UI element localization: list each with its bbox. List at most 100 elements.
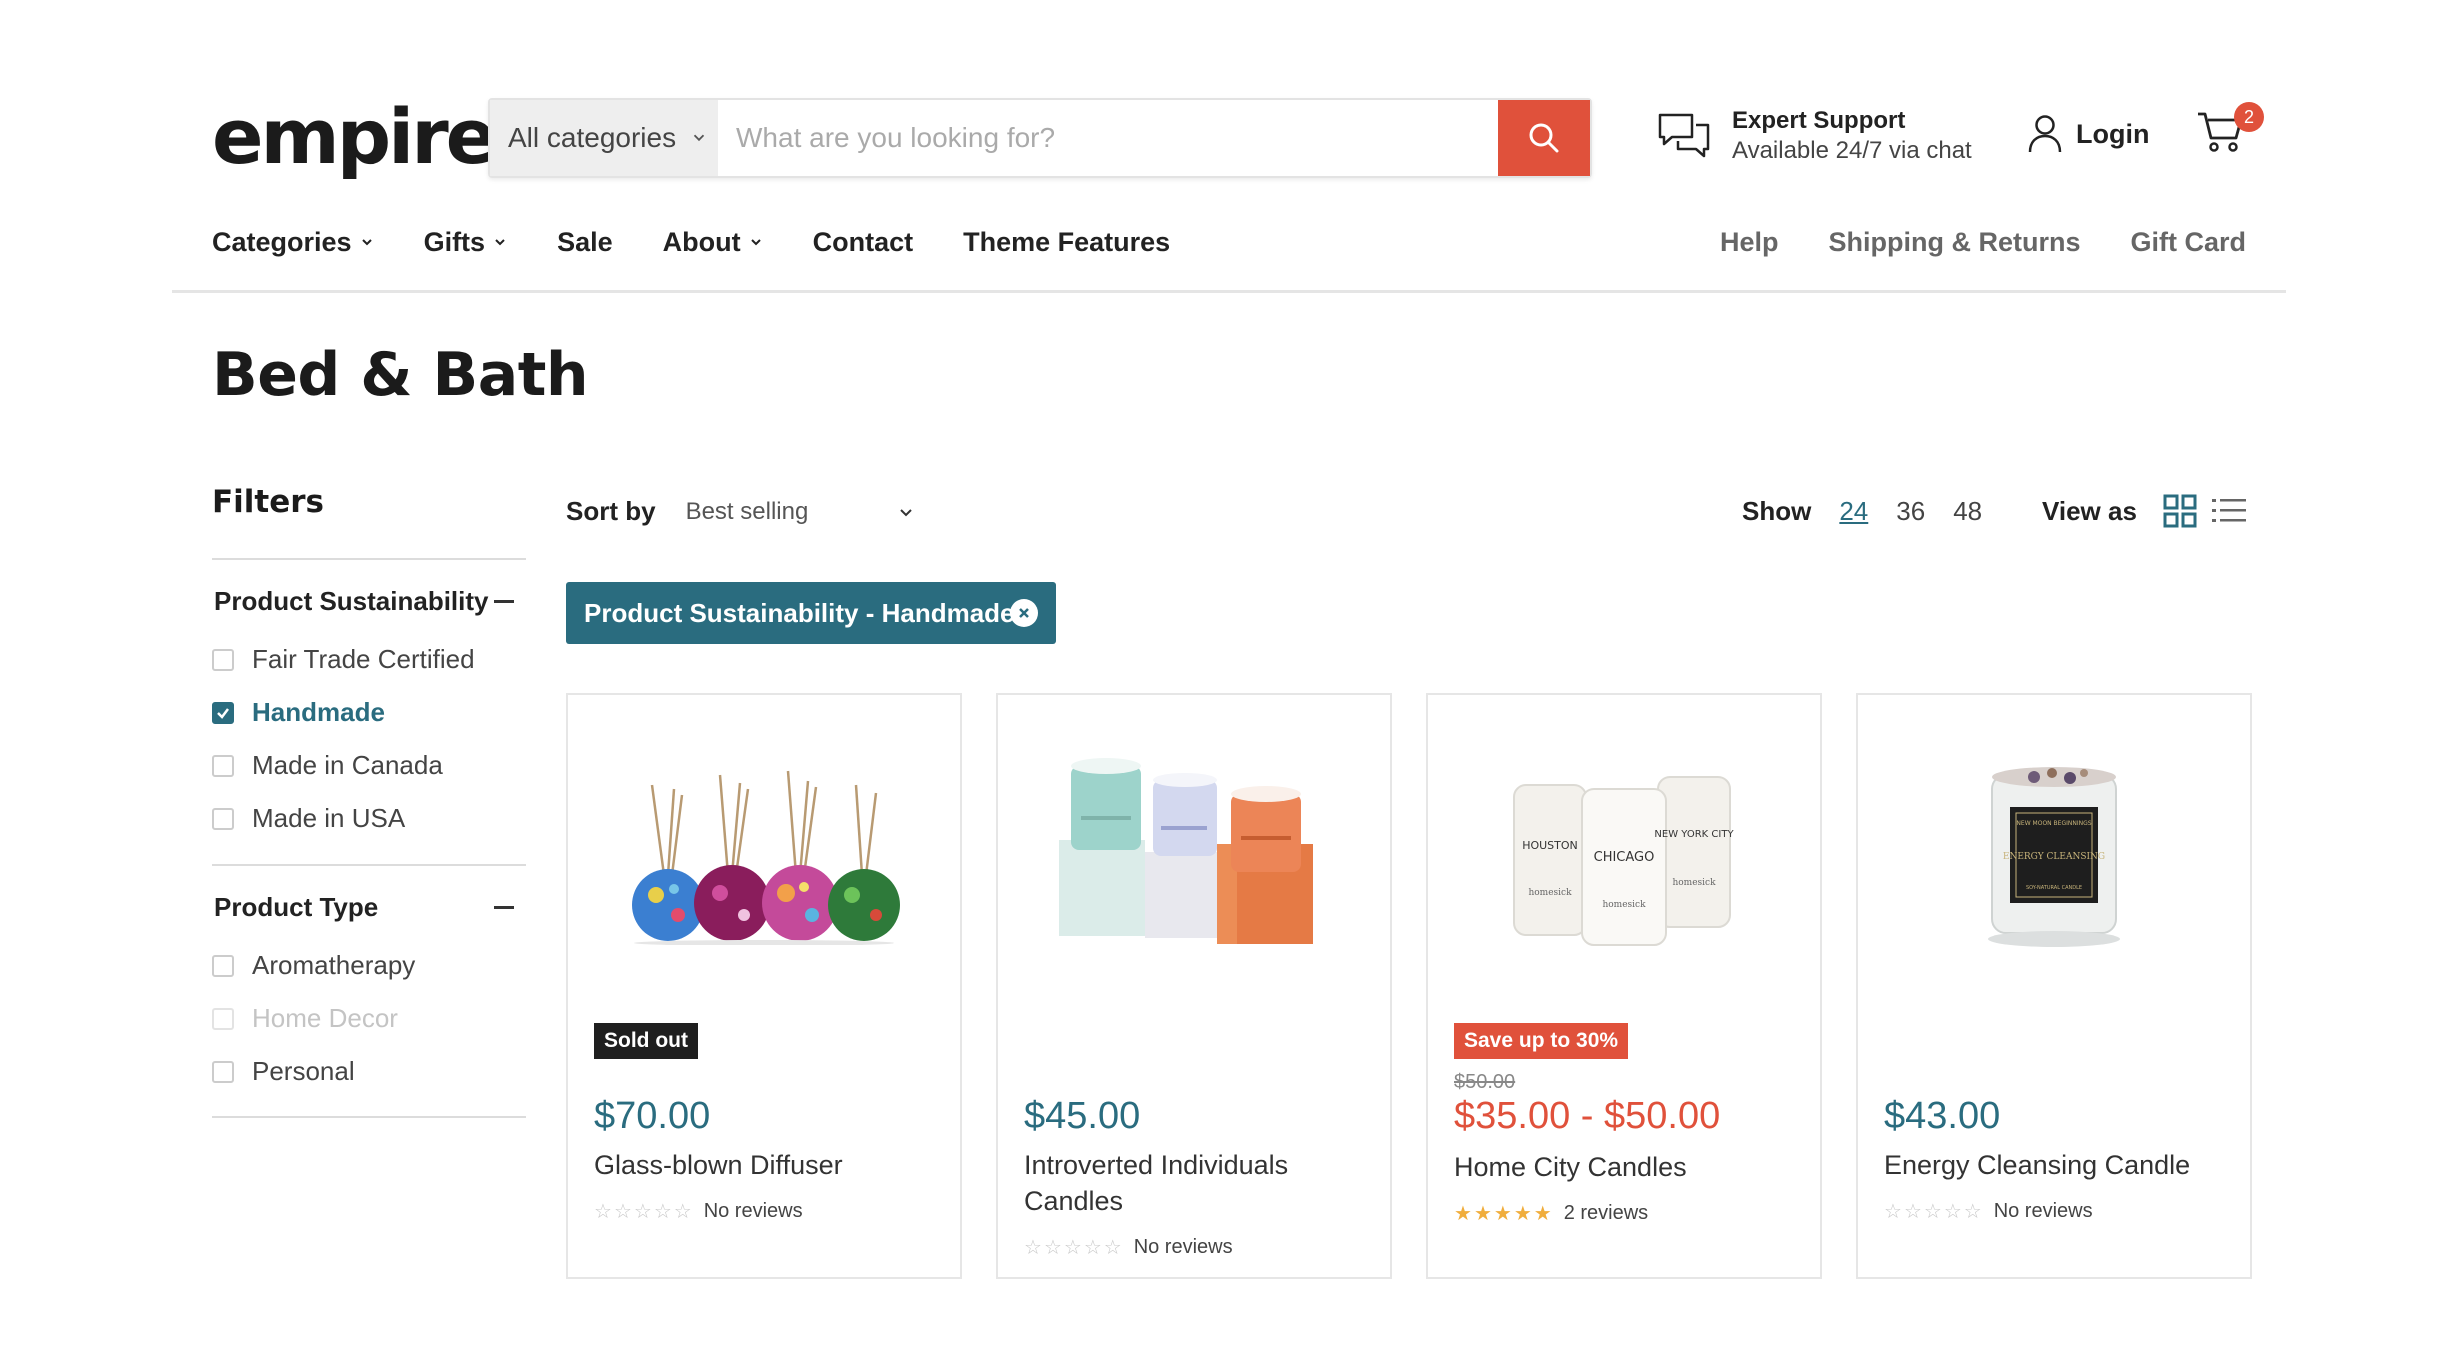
energy-candle-illustration: NEW MOON BEGINNINGS ENERGY CLEANSING SOY… <box>1988 767 2120 947</box>
filter-option-label: Handmade <box>252 697 385 727</box>
chevron-down-icon <box>495 239 505 246</box>
jar-label-bottom: SOY-NATURAL CANDLE <box>2026 885 2082 891</box>
product-card[interactable]: HOUSTON CHICAGO NEW YORK CITY homesick h… <box>1426 693 1822 1279</box>
filter-option-personal[interactable]: Personal <box>212 1056 355 1087</box>
collapse-icon <box>494 600 514 603</box>
product-title[interactable]: Glass-blown Diffuser <box>594 1147 934 1183</box>
nav-sale[interactable]: Sale <box>557 227 613 258</box>
filter-option-aromatherapy[interactable]: Aromatherapy <box>212 950 415 981</box>
rating-stars: ☆ ☆ ☆ ☆ ☆ <box>594 1199 694 1223</box>
search-category-label: All categories <box>508 122 677 153</box>
star-icon: ☆ <box>653 1199 672 1223</box>
checkbox-disabled <box>212 1007 234 1030</box>
product-card[interactable]: $45.00 Introverted Individuals Candles ☆… <box>996 693 1392 1279</box>
nav-label: Theme Features <box>963 226 1171 257</box>
jar-label-chicago: CHICAGO <box>1594 850 1655 865</box>
star-icon: ☆ <box>1884 1199 1902 1223</box>
diffuser-illustration <box>632 770 900 945</box>
store-logo[interactable]: empire <box>212 92 497 182</box>
filter-option-handmade[interactable]: Handmade <box>212 697 385 728</box>
product-card[interactable]: NEW MOON BEGINNINGS ENERGY CLEANSING SOY… <box>1856 693 2252 1279</box>
sold-out-badge: Sold out <box>594 1023 698 1059</box>
expert-support[interactable]: Expert Support Available 24/7 via chat <box>1658 106 1972 166</box>
product-title[interactable]: Introverted Individuals Candles <box>1024 1147 1364 1219</box>
active-filter-label: Product Sustainability - Handmade <box>584 597 1015 628</box>
show-36[interactable]: 36 <box>1896 496 1925 527</box>
user-icon <box>2028 115 2062 153</box>
checkbox-checked[interactable] <box>212 701 234 724</box>
show-24[interactable]: 24 <box>1839 496 1868 527</box>
jar-label-nyc: NEW YORK CITY <box>1654 829 1734 840</box>
view-label: View as <box>2042 495 2137 526</box>
star-icon: ★ <box>1454 1201 1472 1225</box>
nav-label: Sale <box>557 226 613 257</box>
product-card[interactable]: Sold out $70.00 Glass-blown Diffuser ☆ ☆ ☆… <box>566 693 962 1279</box>
checkbox[interactable] <box>212 807 234 830</box>
chevron-down-icon <box>750 239 761 246</box>
remove-filter-icon[interactable] <box>1010 599 1038 627</box>
jar-label-houston: HOUSTON <box>1522 839 1578 852</box>
nav-contact[interactable]: Contact <box>813 227 914 258</box>
nav-label: Categories <box>212 226 352 257</box>
star-icon: ☆ <box>1083 1235 1102 1259</box>
nav-label: Contact <box>812 226 914 257</box>
star-icon: ☆ <box>1903 1199 1922 1223</box>
filter-option-label: Home Decor <box>252 1003 398 1033</box>
star-icon: ★ <box>1473 1201 1492 1225</box>
filter-group-product-type-toggle[interactable]: Product Type <box>214 892 524 923</box>
nav-theme-features[interactable]: Theme Features <box>963 227 1170 258</box>
filter-option-label: Aromatherapy <box>252 950 416 980</box>
sort-select[interactable]: Best selling <box>686 498 915 526</box>
product-reviews: ☆ ☆ ☆ ☆ ☆ No reviews <box>1024 1235 1233 1259</box>
jar-label-top: NEW MOON BEGINNINGS <box>2016 820 2091 827</box>
checkbox[interactable] <box>212 648 234 671</box>
cart-button[interactable]: 2 <box>2196 102 2264 168</box>
product-image-diffuser[interactable] <box>568 735 960 975</box>
star-icon: ☆ <box>1024 1235 1042 1259</box>
nav-categories[interactable]: Categories <box>212 227 374 258</box>
product-reviews: ☆ ☆ ☆ ☆ ☆ No reviews <box>594 1199 803 1223</box>
product-image-energy-candle[interactable]: NEW MOON BEGINNINGS ENERGY CLEANSING SOY… <box>1858 735 2250 975</box>
login-label: Login <box>2076 118 2150 149</box>
login-link[interactable]: Login <box>2028 114 2149 154</box>
show-48[interactable]: 48 <box>1953 496 1982 527</box>
filter-option-made-in-usa[interactable]: Made in USA <box>212 803 405 834</box>
jar-brand: homesick <box>1528 888 1572 898</box>
product-image-candles[interactable] <box>998 735 1390 975</box>
rating-stars: ☆ ☆ ☆ ☆ ☆ <box>1024 1235 1124 1259</box>
filter-option-made-in-canada[interactable]: Made in Canada <box>212 750 443 781</box>
checkbox[interactable] <box>212 1060 234 1083</box>
star-icon: ☆ <box>613 1199 632 1223</box>
search-button[interactable] <box>1498 100 1590 176</box>
search-input[interactable] <box>718 100 1498 176</box>
checkbox[interactable] <box>212 754 234 777</box>
list-view-button[interactable] <box>2211 494 2247 528</box>
product-title[interactable]: Energy Cleansing Candle <box>1884 1147 2224 1183</box>
grid-view-button[interactable] <box>2163 494 2197 528</box>
product-reviews: ☆ ☆ ☆ ☆ ☆ No reviews <box>1884 1199 2093 1223</box>
star-icon: ☆ <box>673 1199 692 1223</box>
nav-about[interactable]: About <box>663 227 763 258</box>
star-icon: ☆ <box>1103 1235 1122 1259</box>
filter-option-label: Made in Canada <box>252 750 443 780</box>
checkbox[interactable] <box>212 954 234 977</box>
filter-group-sustainability-toggle[interactable]: Product Sustainability <box>214 586 524 617</box>
product-price: $45.00 <box>1024 1095 1141 1137</box>
jar-label-main: ENERGY CLEANSING <box>2003 852 2105 862</box>
cart-count-badge: 2 <box>2234 102 2264 132</box>
filter-option-label: Personal <box>252 1056 355 1086</box>
nav-help[interactable]: Help <box>1720 227 1779 258</box>
filter-option-fair-trade[interactable]: Fair Trade Certified <box>212 644 475 675</box>
search-icon <box>1529 123 1559 153</box>
nav-gifts[interactable]: Gifts <box>424 227 508 258</box>
active-filter-tag[interactable]: Product Sustainability - Handmade <box>566 582 1056 644</box>
view-as-control: View as <box>2042 494 2261 528</box>
header-divider <box>172 290 2286 293</box>
search-category-select[interactable]: All categories <box>490 100 718 176</box>
product-image-home-city-candles[interactable]: HOUSTON CHICAGO NEW YORK CITY homesick h… <box>1428 735 1820 975</box>
nav-shipping-returns[interactable]: Shipping & Returns <box>1828 227 2080 258</box>
product-title[interactable]: Home City Candles <box>1454 1149 1794 1185</box>
nav-gift-card[interactable]: Gift Card <box>2130 227 2246 258</box>
filter-group-title: Product Type <box>214 892 379 922</box>
star-icon: ☆ <box>1963 1199 1982 1223</box>
